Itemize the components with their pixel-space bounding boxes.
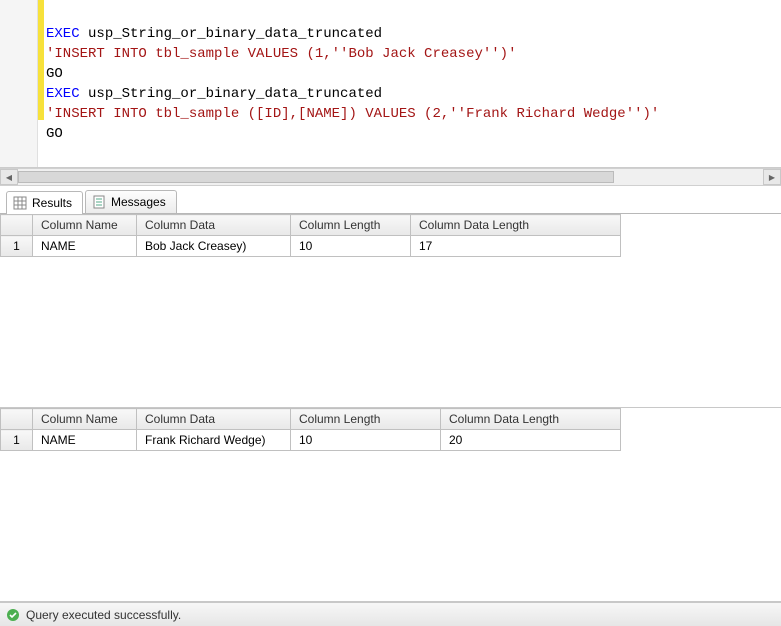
row-number: 1: [1, 430, 33, 451]
cell: 20: [441, 430, 621, 451]
success-icon: [6, 608, 20, 622]
status-bar: Query executed successfully.: [0, 602, 781, 626]
grid-corner: [1, 409, 33, 430]
column-header[interactable]: Column Data: [137, 215, 291, 236]
scroll-thumb[interactable]: [18, 171, 614, 183]
scroll-left-button[interactable]: ◀: [0, 169, 18, 185]
scroll-right-button[interactable]: ▶: [763, 169, 781, 185]
document-icon: [92, 195, 106, 209]
column-header[interactable]: Column Data: [137, 409, 291, 430]
cell: NAME: [33, 236, 137, 257]
keyword-exec: EXEC: [46, 86, 80, 102]
tab-results[interactable]: Results: [6, 191, 83, 214]
cell: 17: [411, 236, 621, 257]
keyword-go: GO: [46, 126, 63, 142]
tab-label: Results: [32, 196, 72, 210]
table-row[interactable]: 1 NAME Bob Jack Creasey) 10 17: [1, 236, 621, 257]
string-literal: 'INSERT INTO tbl_sample VALUES (1,''Bob …: [46, 46, 516, 62]
editor-gutter: [0, 0, 38, 167]
cell: 10: [291, 430, 441, 451]
column-header[interactable]: Column Length: [291, 409, 441, 430]
code-content: EXEC usp_String_or_binary_data_truncated…: [46, 4, 659, 144]
status-text: Query executed successfully.: [26, 608, 181, 622]
editor-change-marker: [38, 0, 44, 120]
string-literal: 'INSERT INTO tbl_sample ([ID],[NAME]) VA…: [46, 106, 659, 122]
column-header[interactable]: Column Name: [33, 409, 137, 430]
cell: Frank Richard Wedge): [137, 430, 291, 451]
result-grid-1[interactable]: Column Name Column Data Column Length Co…: [0, 214, 781, 408]
tab-messages[interactable]: Messages: [85, 190, 177, 213]
result-grid-2[interactable]: Column Name Column Data Column Length Co…: [0, 408, 781, 602]
results-tabs: Results Messages: [0, 186, 781, 214]
tab-label: Messages: [111, 195, 166, 209]
cell: NAME: [33, 430, 137, 451]
column-header[interactable]: Column Name: [33, 215, 137, 236]
results-panel: Column Name Column Data Column Length Co…: [0, 214, 781, 602]
sql-editor[interactable]: EXEC usp_String_or_binary_data_truncated…: [0, 0, 781, 168]
keyword-exec: EXEC: [46, 26, 80, 42]
grid-corner: [1, 215, 33, 236]
grid-icon: [13, 196, 27, 210]
keyword-go: GO: [46, 66, 63, 82]
column-header[interactable]: Column Length: [291, 215, 411, 236]
row-number: 1: [1, 236, 33, 257]
column-header[interactable]: Column Data Length: [441, 409, 621, 430]
column-header[interactable]: Column Data Length: [411, 215, 621, 236]
cell: Bob Jack Creasey): [137, 236, 291, 257]
grid-table: Column Name Column Data Column Length Co…: [0, 214, 621, 257]
grid-table: Column Name Column Data Column Length Co…: [0, 408, 621, 451]
editor-horizontal-scrollbar[interactable]: ◀ ▶: [0, 168, 781, 186]
cell: 10: [291, 236, 411, 257]
table-row[interactable]: 1 NAME Frank Richard Wedge) 10 20: [1, 430, 621, 451]
